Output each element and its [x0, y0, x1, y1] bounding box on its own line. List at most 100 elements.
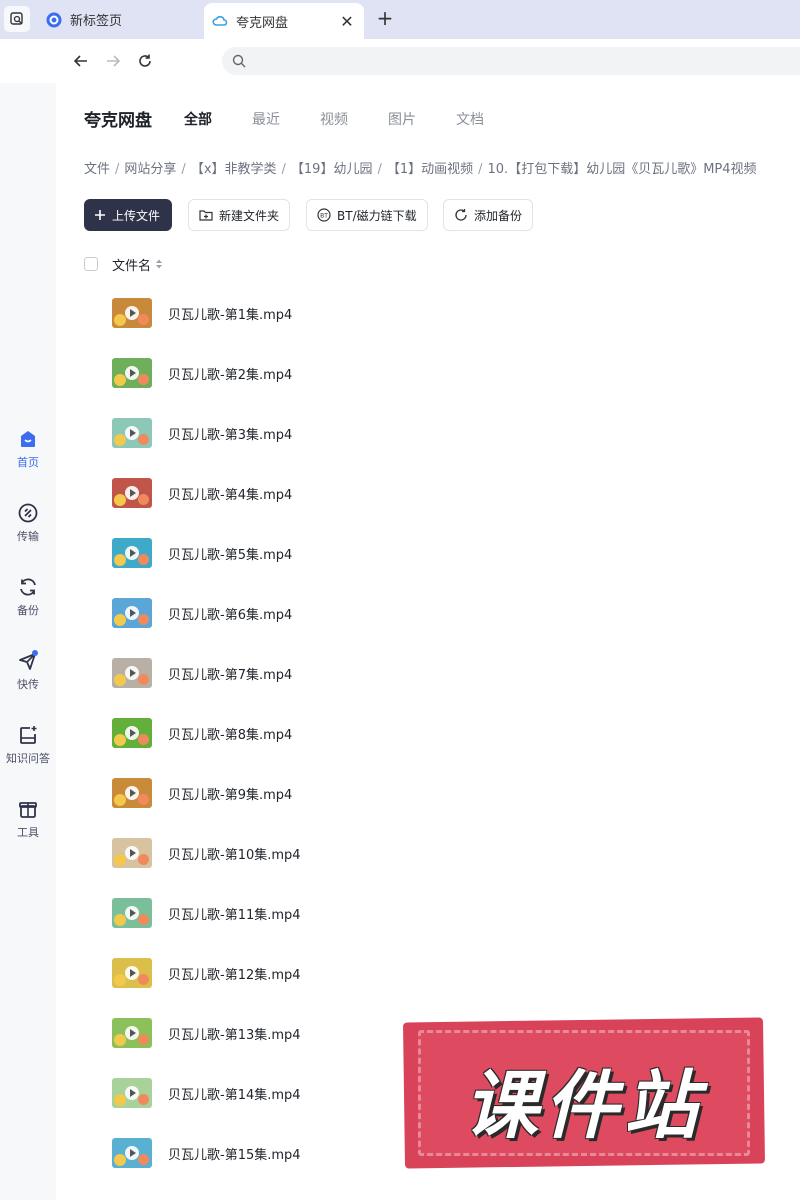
tab-recent[interactable]: 最近 — [252, 109, 280, 129]
thumbnail-character — [114, 674, 126, 686]
transfer-icon — [18, 503, 38, 523]
forward-button[interactable] — [101, 49, 125, 73]
thumbnail-character — [138, 1094, 149, 1105]
breadcrumb-item[interactable]: 文件 — [84, 162, 110, 177]
new-folder-button[interactable]: 新建文件夹 — [188, 199, 290, 231]
sidebar-item-knowledge-qa[interactable]: 知识问答 — [0, 724, 56, 766]
sidebar-item-quick-send[interactable]: 快传 — [0, 650, 56, 692]
file-row[interactable]: 贝瓦儿歌-第8集.mp4 — [112, 715, 772, 751]
backup-icon — [20, 578, 36, 596]
plus-icon: + — [376, 6, 394, 30]
file-row[interactable]: 贝瓦儿歌-第10集.mp4 — [112, 835, 772, 871]
tab-label: 新标签页 — [70, 14, 123, 29]
sidebar-item-transfer[interactable]: 传输 — [0, 502, 56, 544]
breadcrumb-item[interactable]: 【1】动画视频 — [387, 162, 473, 177]
thumbnail-character — [114, 554, 126, 566]
tab-document[interactable]: 文档 — [456, 109, 484, 129]
sidebar-item-tools[interactable]: 工具 — [0, 798, 56, 840]
breadcrumb-separator: / — [181, 162, 186, 177]
video-thumbnail — [112, 298, 152, 328]
sidebar-item-label: 快传 — [17, 678, 39, 691]
file-name: 贝瓦儿歌-第5集.mp4 — [168, 547, 293, 563]
breadcrumb-item[interactable]: 网站分享 — [124, 162, 176, 177]
video-thumbnail — [112, 1138, 152, 1168]
file-row[interactable]: 贝瓦儿歌-第1集.mp4 — [112, 295, 772, 331]
select-all-checkbox[interactable] — [84, 257, 98, 271]
bt-download-button[interactable]: BT BT/磁力链下载 — [306, 199, 428, 231]
breadcrumb-item[interactable]: 【x】非教学类 — [191, 162, 277, 177]
tab-search-button[interactable] — [4, 6, 30, 32]
cloud-drive-icon — [212, 13, 228, 29]
thumbnail-character — [114, 434, 126, 446]
thumbnail-character — [138, 374, 149, 385]
video-thumbnail — [112, 718, 152, 748]
browser-toolbar — [0, 39, 800, 83]
file-name: 贝瓦儿歌-第12集.mp4 — [168, 967, 301, 983]
thumbnail-character — [114, 914, 126, 926]
tab-video[interactable]: 视频 — [320, 109, 348, 129]
file-row[interactable]: 贝瓦儿歌-第2集.mp4 — [112, 355, 772, 391]
file-row[interactable]: 贝瓦儿歌-第3集.mp4 — [112, 415, 772, 451]
play-icon — [125, 966, 139, 980]
file-name: 贝瓦儿歌-第3集.mp4 — [168, 427, 293, 443]
file-name: 贝瓦儿歌-第11集.mp4 — [168, 907, 301, 923]
upload-button[interactable]: 上传文件 — [84, 199, 172, 231]
file-name: 贝瓦儿歌-第13集.mp4 — [168, 1027, 301, 1043]
breadcrumb-item[interactable]: 【19】幼儿园 — [291, 162, 373, 177]
reload-button[interactable] — [133, 49, 157, 73]
add-backup-button[interactable]: 添加备份 — [443, 199, 533, 231]
bt-magnet-icon: BT — [317, 208, 331, 222]
back-button[interactable] — [69, 49, 93, 73]
toolbox-icon — [19, 802, 37, 818]
thumbnail-character — [138, 734, 149, 745]
new-tab-button[interactable]: + — [373, 6, 397, 30]
thumbnail-character — [138, 614, 149, 625]
video-thumbnail — [112, 958, 152, 988]
column-header-filename[interactable]: 文件名 — [112, 255, 151, 274]
thumbnail-character — [138, 314, 149, 325]
bt-download-button-label: BT/磁力链下载 — [337, 208, 417, 223]
file-row[interactable]: 贝瓦儿歌-第11集.mp4 — [112, 895, 772, 931]
file-row[interactable]: 贝瓦儿歌-第4集.mp4 — [112, 475, 772, 511]
file-list-header: 文件名 — [84, 255, 163, 274]
tab-label: 夸克网盘 — [236, 15, 289, 31]
sort-icon[interactable] — [155, 258, 163, 270]
video-thumbnail — [112, 598, 152, 628]
thumbnail-character — [138, 854, 149, 865]
file-name: 贝瓦儿歌-第2集.mp4 — [168, 367, 293, 383]
thumbnail-character — [138, 1034, 149, 1045]
file-row[interactable]: 贝瓦儿歌-第12集.mp4 — [112, 955, 772, 991]
file-row[interactable]: 贝瓦儿歌-第7集.mp4 — [112, 655, 772, 691]
arrow-left-icon — [73, 55, 87, 67]
plus-icon — [94, 209, 106, 221]
file-name: 贝瓦儿歌-第10集.mp4 — [168, 847, 301, 863]
sidebar-item-home[interactable]: 首页 — [0, 428, 56, 470]
tab-quark-drive[interactable]: 夸克网盘 ✕ — [204, 3, 364, 39]
sidebar-item-backup[interactable]: 备份 — [0, 576, 56, 618]
video-thumbnail — [112, 898, 152, 928]
search-icon — [232, 54, 246, 68]
refresh-circle-icon — [454, 208, 468, 222]
tab-all[interactable]: 全部 — [184, 109, 212, 129]
play-icon — [125, 726, 139, 740]
sidebar-item-label: 工具 — [17, 826, 39, 839]
close-icon[interactable]: ✕ — [338, 12, 356, 31]
tab-new-tab-page[interactable]: 新标签页 — [40, 0, 200, 39]
sidebar: 首页 传输 备份 快传 知识问答 工具 — [0, 83, 56, 1200]
file-row[interactable]: 贝瓦儿歌-第5集.mp4 — [112, 535, 772, 571]
add-backup-button-label: 添加备份 — [474, 208, 523, 223]
file-row[interactable]: 贝瓦儿歌-第9集.mp4 — [112, 775, 772, 811]
file-name: 贝瓦儿歌-第14集.mp4 — [168, 1087, 301, 1103]
breadcrumb-separator: / — [478, 162, 483, 177]
arrow-right-icon — [107, 55, 121, 67]
browser-tab-strip: 新标签页 夸克网盘 ✕ + — [0, 0, 800, 39]
file-row[interactable]: 贝瓦儿歌-第6集.mp4 — [112, 595, 772, 631]
address-bar[interactable] — [222, 47, 800, 75]
breadcrumb-current: 10.【打包下载】幼儿园《贝瓦儿歌》MP4视频 — [487, 162, 757, 177]
video-thumbnail — [112, 778, 152, 808]
home-icon — [21, 431, 35, 447]
thumbnail-character — [114, 1154, 126, 1166]
thumbnail-character — [114, 794, 126, 806]
watermark-text: 课件站 — [464, 1063, 704, 1149]
tab-image[interactable]: 图片 — [388, 109, 416, 129]
